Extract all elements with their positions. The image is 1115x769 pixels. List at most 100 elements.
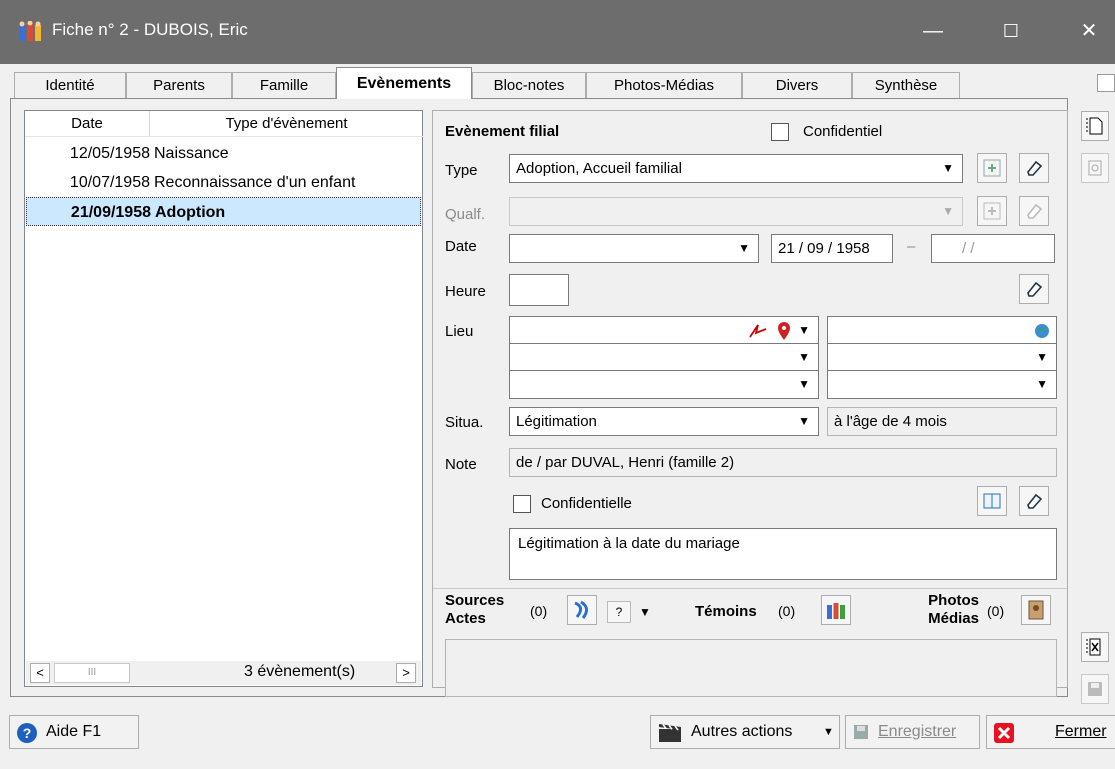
lieu-geo-input-2[interactable]: ▼ (827, 343, 1057, 372)
chevron-down-icon[interactable]: ▼ (639, 605, 651, 619)
people-icon (827, 603, 845, 619)
close-button[interactable]: Fermer (986, 715, 1115, 749)
list-item-selected[interactable]: 21/09/1958 Adoption (26, 197, 421, 226)
floppy-disk-icon (854, 725, 868, 739)
event-type: Reconnaissance d'un enfant (154, 174, 356, 191)
new-document-icon (1086, 117, 1103, 135)
other-actions-label: Autres actions (691, 723, 793, 740)
floppy-disk-icon (1088, 682, 1102, 696)
eraser-button[interactable] (1019, 196, 1049, 226)
tab-divers[interactable]: Divers (742, 72, 852, 98)
confidentielle-label: Confidentielle (541, 495, 632, 512)
sources-help-button[interactable]: ? (607, 601, 631, 623)
type-value: Adoption, Accueil familial (516, 160, 682, 177)
lieu-input-2[interactable]: ▼ (509, 343, 819, 372)
tab-overflow-checkbox[interactable] (1097, 74, 1115, 92)
close-icon (994, 723, 1014, 743)
qualif-label: Qualf. (445, 206, 486, 223)
other-actions-button[interactable]: Autres actions ▼ (650, 715, 840, 749)
tab-parents[interactable]: Parents (126, 72, 232, 98)
map-pin-icon[interactable] (776, 321, 792, 341)
note-display: de / par DUVAL, Henri (famille 2) (509, 448, 1057, 477)
chevron-down-icon: ▼ (942, 204, 954, 218)
lieu-geo-input-1[interactable] (827, 316, 1057, 345)
portrait-icon (1028, 600, 1044, 620)
date-input[interactable]: 21 / 09 / 1958 (771, 234, 893, 263)
photos-label: Photos Médias (909, 592, 979, 628)
delete-document-icon (1086, 638, 1101, 656)
confidential-checkbox[interactable] (771, 123, 789, 141)
section-title: Evènement filial (445, 123, 560, 140)
date-qualifier-select[interactable]: ▼ (509, 234, 759, 263)
heure-input[interactable] (509, 274, 569, 306)
eraser-button[interactable] (1019, 486, 1049, 516)
eraser-button[interactable] (1019, 153, 1049, 183)
lieu-input-1[interactable]: ▼ (509, 316, 819, 345)
save-button[interactable]: Enregistrer (845, 715, 980, 749)
list-footer: < III 3 évènement(s) > (26, 661, 421, 685)
save-label: Enregistrer (878, 723, 957, 740)
new-event-button[interactable] (1081, 111, 1109, 141)
tab-evenements[interactable]: Evènements (336, 67, 472, 99)
list-item[interactable]: 10/07/1958 Reconnaissance d'un enfant (26, 168, 421, 197)
notes-book-button[interactable] (977, 486, 1007, 516)
tab-synthese[interactable]: Synthèse (852, 72, 960, 98)
save-event-button[interactable] (1081, 674, 1109, 704)
type-label: Type (445, 162, 478, 179)
situa-label: Situa. (445, 414, 484, 431)
help-button[interactable]: ? Aide F1 (9, 715, 139, 749)
column-header-date[interactable]: Date (25, 111, 150, 137)
situa-select[interactable]: Légitimation ▼ (509, 407, 819, 436)
photos-count: (0) (987, 603, 1005, 619)
window-title: Fiche n° 2 - DUBOIS, Eric (52, 20, 248, 39)
lieu-geo-input-3[interactable]: ▼ (827, 370, 1057, 399)
tab-identite[interactable]: Identité (14, 72, 126, 98)
chevron-down-icon[interactable]: ▼ (798, 317, 810, 344)
age-display: à l'âge de 4 mois (827, 407, 1057, 436)
scrollbar-thumb[interactable]: III (54, 663, 130, 683)
qualif-select[interactable]: ▼ (509, 197, 963, 226)
eraser-icon (1027, 281, 1043, 297)
list-item[interactable]: 12/05/1958 Naissance (26, 139, 421, 168)
photos-button[interactable] (1021, 595, 1051, 625)
maximize-button[interactable]: ☐ (996, 16, 1026, 46)
note-memo[interactable]: Légitimation à la date du mariage (509, 528, 1057, 580)
note-label: Note (445, 456, 477, 473)
sources-button[interactable] (567, 595, 597, 625)
delete-event-button[interactable] (1081, 632, 1109, 662)
heure-label: Heure (445, 283, 486, 300)
eraser-button[interactable] (1019, 274, 1049, 304)
event-type: Adoption (155, 204, 226, 221)
column-header-type[interactable]: Type d'évènement (150, 111, 423, 137)
chevron-down-icon: ▼ (823, 726, 834, 738)
scroll-right-button[interactable]: > (396, 663, 416, 683)
globe-icon[interactable] (1034, 323, 1050, 339)
date-end-input[interactable]: / / (931, 234, 1055, 263)
sources-area[interactable] (445, 639, 1057, 697)
close-label: Fermer (1055, 723, 1107, 740)
temoins-button[interactable] (821, 595, 851, 625)
chevron-down-icon: ▼ (942, 161, 954, 175)
confidentielle-checkbox[interactable] (513, 495, 531, 513)
minimize-button[interactable]: — (918, 16, 948, 46)
tab-famille[interactable]: Famille (232, 72, 336, 98)
sources-label-line1: Sources (445, 592, 505, 609)
events-list[interactable]: Date Type d'évènement 12/05/1958 Naissan… (24, 110, 423, 687)
add-qualif-button[interactable] (977, 196, 1007, 226)
close-window-button[interactable]: ✕ (1074, 16, 1104, 46)
event-form: Evènement filial Confidentiel Type Adopt… (432, 110, 1068, 697)
map-route-icon[interactable] (748, 321, 770, 341)
chevron-down-icon: ▼ (1036, 377, 1048, 391)
chevron-down-icon: ▼ (798, 414, 810, 428)
event-date: 12/05/1958 (69, 145, 150, 162)
copy-icon (1088, 160, 1102, 176)
type-select[interactable]: Adoption, Accueil familial ▼ (509, 154, 963, 183)
copy-event-button[interactable] (1081, 153, 1109, 183)
tab-bloc-notes[interactable]: Bloc-notes (472, 72, 586, 98)
tab-photos-medias[interactable]: Photos-Médias (586, 72, 742, 98)
lieu-input-3[interactable]: ▼ (509, 370, 819, 399)
event-count: 3 évènement(s) (244, 663, 356, 680)
add-type-button[interactable] (977, 153, 1007, 183)
scroll-left-button[interactable]: < (30, 663, 50, 683)
confidential-label: Confidentiel (803, 123, 883, 140)
